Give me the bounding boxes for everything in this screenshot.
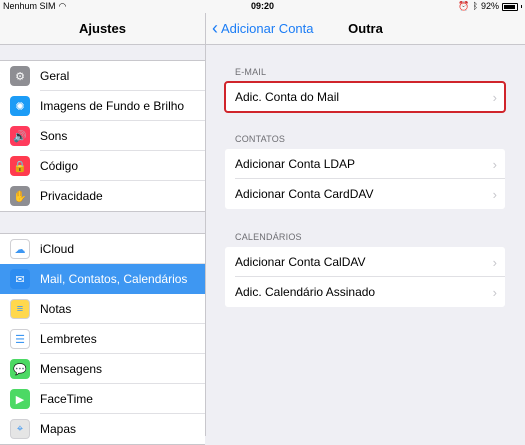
messages-icon: 💬 bbox=[10, 359, 30, 379]
row-label: Adic. Calendário Assinado bbox=[235, 285, 376, 299]
chevron-right-icon: › bbox=[492, 284, 497, 300]
section-header-calendars: CALENDÁRIOS bbox=[235, 232, 302, 242]
reminders-icon: ☰ bbox=[10, 329, 30, 349]
sidebar-item[interactable]: ☁ iCloud bbox=[0, 234, 205, 264]
battery-percent: 92% bbox=[480, 1, 499, 11]
row-label: Adic. Conta do Mail bbox=[235, 90, 340, 104]
sidebar-item-label: Mail, Contatos, Calendários bbox=[40, 272, 188, 286]
sidebar-item-label: Privacidade bbox=[40, 189, 103, 203]
detail-pane: ‹ Adicionar Conta Outra E-MAIL Adic. Con… bbox=[206, 13, 525, 436]
sidebar-item[interactable]: 🔒 Código bbox=[0, 151, 205, 181]
add-mail-account-row[interactable]: Adic. Conta do Mail › bbox=[225, 82, 505, 112]
email-card: Adic. Conta do Mail › bbox=[224, 81, 506, 113]
chevron-right-icon: › bbox=[492, 254, 497, 270]
add-ldap-account-row[interactable]: Adicionar Conta LDAP › bbox=[225, 149, 505, 179]
sidebar-item-label: Mensagens bbox=[40, 362, 103, 376]
back-label: Adicionar Conta bbox=[221, 21, 314, 36]
lock-icon: 🔒 bbox=[10, 156, 30, 176]
sidebar-item[interactable]: ⌖ Mapas bbox=[0, 414, 205, 444]
chevron-right-icon: › bbox=[492, 89, 497, 105]
sidebar-item-label: Lembretes bbox=[40, 332, 97, 346]
sidebar-item-label: Sons bbox=[40, 129, 68, 143]
add-caldav-account-row[interactable]: Adicionar Conta CalDAV › bbox=[225, 247, 505, 277]
calendars-card: Adicionar Conta CalDAV › Adic. Calendári… bbox=[225, 247, 505, 307]
sidebar-item-label: Geral bbox=[40, 69, 70, 83]
section-header-contacts: CONTATOS bbox=[235, 134, 286, 144]
alarm-icon: ⏰ bbox=[458, 1, 470, 11]
settings-group-apps: ☁ iCloud ✉ Mail, Contatos, Calendários ≡ Nota… bbox=[0, 233, 205, 445]
wallpaper-icon: ✺ bbox=[10, 96, 30, 116]
sidebar-item-label: Imagens de Fundo e Brilho bbox=[40, 99, 185, 113]
add-subscribed-calendar-row[interactable]: Adic. Calendário Assinado › bbox=[225, 277, 505, 307]
sidebar-item[interactable]: ✉ Mail, Contatos, Calendários bbox=[0, 264, 205, 294]
gear-icon: ⚙ bbox=[10, 66, 30, 86]
row-label: Adicionar Conta CardDAV bbox=[235, 187, 374, 201]
sidebar-item[interactable]: ⚙ Geral bbox=[0, 61, 205, 91]
sidebar-item-label: Mapas bbox=[40, 422, 77, 436]
detail-navbar: ‹ Adicionar Conta Outra bbox=[206, 13, 525, 45]
hand-icon: ✋ bbox=[10, 186, 30, 206]
row-label: Adicionar Conta CalDAV bbox=[235, 255, 366, 269]
facetime-icon: ▶ bbox=[10, 389, 30, 409]
sidebar-item-label: iCloud bbox=[40, 242, 75, 256]
row-label: Adicionar Conta LDAP bbox=[235, 157, 356, 171]
bluetooth-icon: ᛒ bbox=[472, 1, 478, 11]
settings-sidebar: Ajustes ⚙ Geral ✺ Imagens de Fundo e Brilho… bbox=[0, 13, 206, 445]
notes-icon: ≡ bbox=[10, 299, 30, 319]
contacts-card: Adicionar Conta LDAP › Adicionar Conta C… bbox=[225, 149, 505, 209]
sidebar-item-label: FaceTime bbox=[40, 392, 93, 406]
add-carddav-account-row[interactable]: Adicionar Conta CardDAV › bbox=[225, 179, 505, 209]
mail-icon: ✉ bbox=[10, 269, 30, 289]
settings-group-general: ⚙ Geral ✺ Imagens de Fundo e Brilho 🔊 Sons 🔒 Có… bbox=[0, 60, 205, 212]
chevron-right-icon: › bbox=[492, 156, 497, 172]
cloud-icon: ☁ bbox=[10, 239, 30, 259]
section-header-email: E-MAIL bbox=[235, 67, 267, 77]
sidebar-item[interactable]: ▶ FaceTime bbox=[0, 384, 205, 414]
sidebar-item[interactable]: ☰ Lembretes bbox=[0, 324, 205, 354]
status-bar: Nenhum SIM ◠ 09:20 ⏰ ᛒ 92% bbox=[0, 0, 525, 13]
sidebar-item[interactable]: 💬 Mensagens bbox=[0, 354, 205, 384]
sidebar-item-label: Notas bbox=[40, 302, 72, 316]
battery-icon bbox=[502, 2, 518, 11]
status-time: 09:20 bbox=[250, 1, 275, 11]
sidebar-item[interactable]: 🔊 Sons bbox=[0, 121, 205, 151]
sidebar-item[interactable]: ✋ Privacidade bbox=[0, 181, 205, 211]
sidebar-item[interactable]: ✺ Imagens de Fundo e Brilho bbox=[0, 91, 205, 121]
maps-icon: ⌖ bbox=[10, 419, 30, 439]
sidebar-item[interactable]: ≡ Notas bbox=[0, 294, 205, 324]
chevron-right-icon: › bbox=[492, 186, 497, 202]
back-button[interactable]: ‹ Adicionar Conta bbox=[212, 13, 314, 44]
sidebar-title: Ajustes bbox=[0, 13, 205, 45]
sound-icon: 🔊 bbox=[10, 126, 30, 146]
chevron-left-icon: ‹ bbox=[212, 18, 218, 38]
sidebar-item-label: Código bbox=[40, 159, 79, 173]
status-right: ⏰ ᛒ 92% bbox=[458, 0, 522, 13]
